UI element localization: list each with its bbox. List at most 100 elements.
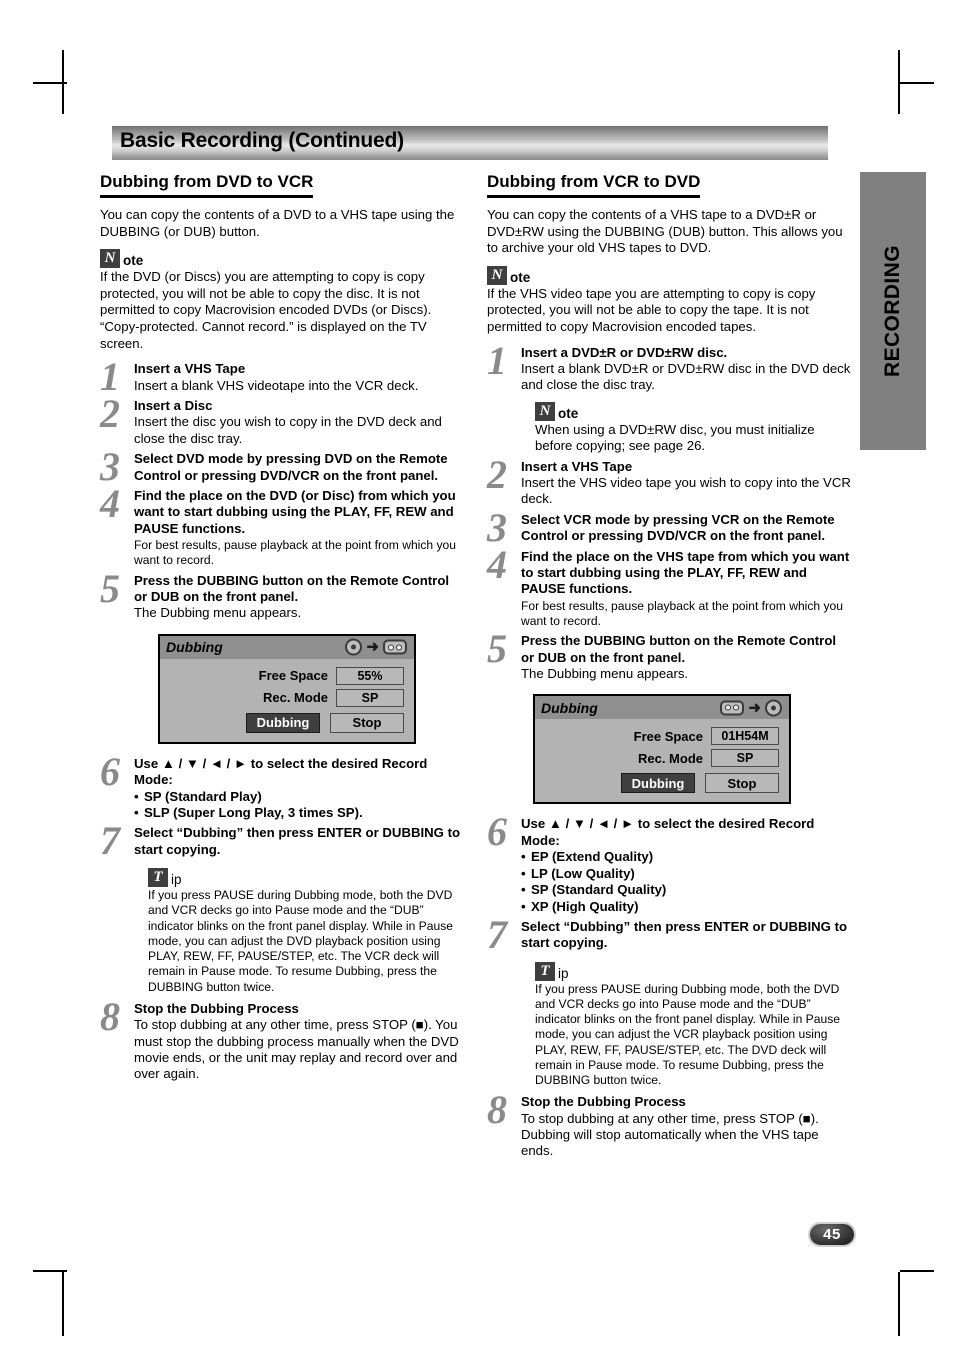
right-step-1-number: 1: [487, 337, 507, 383]
left-step-8-heading: Stop the Dubbing Process: [134, 1000, 299, 1016]
right-step-8-text: To stop dubbing at any other time, press…: [521, 1110, 819, 1159]
right-osd-button-row: Dubbing Stop: [545, 773, 779, 794]
tip-label: ip: [171, 872, 182, 888]
right-tip-text: If you press PAUSE during Dubbing mode, …: [535, 981, 840, 1087]
tip-glyph-icon: T: [148, 868, 168, 888]
right-step-6-option: EP (Extend Quality): [521, 849, 852, 866]
crop-mark-bottom-left-h: [33, 1270, 67, 1272]
left-step-6: 6 Use ▲ / ▼ / ◄ / ► to select the desire…: [100, 751, 465, 822]
right-column: Dubbing from VCR to DVD You can copy the…: [487, 172, 852, 1160]
left-osd-stop-button[interactable]: Stop: [330, 712, 404, 733]
left-step-2-number: 2: [100, 390, 120, 436]
right-step-6-number: 6: [487, 809, 507, 855]
right-tip-block: T ip If you press PAUSE during Dubbing m…: [521, 961, 852, 1088]
right-step-6-option: XP (High Quality): [521, 899, 852, 916]
crop-mark-bottom-right-v: [898, 1272, 900, 1336]
left-step-5: 5 Press the DUBBING button on the Remote…: [100, 568, 465, 622]
right-step-6: 6 Use ▲ / ▼ / ◄ / ► to select the desire…: [487, 812, 852, 915]
left-tip-badge: T ip: [148, 868, 465, 888]
left-osd-free-space-label: Free Space: [258, 668, 328, 684]
right-step-1-text: Insert a blank DVD±R or DVD±RW disc in t…: [521, 360, 851, 393]
left-step-5-heading: Press the DUBBING button on the Remote C…: [134, 572, 450, 605]
right-osd-icon-group: ➜: [720, 699, 782, 717]
disc-icon: [765, 699, 782, 717]
left-osd-title: Dubbing: [166, 639, 223, 656]
crop-mark-top-left-h: [33, 82, 67, 84]
left-osd-titlebar: Dubbing ➜: [160, 635, 414, 659]
right-osd-stop-button[interactable]: Stop: [705, 773, 779, 794]
right-step-6-options: EP (Extend Quality) LP (Low Quality) SP …: [521, 849, 852, 915]
right-osd-free-space-row: Free Space 01H54M: [545, 727, 779, 746]
right-step-7-number: 7: [487, 911, 507, 957]
left-step-1-text: Insert a blank VHS videotape into the VC…: [134, 377, 419, 393]
right-step-2: 2 Insert a VHS Tape Insert the VHS video…: [487, 454, 852, 508]
left-osd-free-space-row: Free Space 55%: [170, 666, 404, 685]
tip-glyph-icon: T: [535, 961, 555, 981]
right-step-3-heading: Select VCR mode by pressing VCR on the R…: [521, 511, 835, 544]
left-note-text: If the DVD (or Discs) you are attempting…: [100, 269, 432, 351]
left-osd-icon-group: ➜: [345, 638, 407, 656]
page-title: Basic Recording (Continued): [120, 129, 404, 152]
left-step-6-option: SP (Standard Play): [134, 789, 465, 806]
left-step-7-heading: Select “Dubbing” then press ENTER or DUB…: [134, 825, 461, 857]
left-osd-button-row: Dubbing Stop: [170, 712, 404, 733]
left-osd-dubbing-button[interactable]: Dubbing: [246, 712, 320, 733]
right-step-1-note-block: N ote When using a DVD±RW disc, you must…: [521, 401, 852, 455]
page-number-badge: 45: [808, 1222, 856, 1247]
section-tab-recording: RECORDING: [860, 172, 926, 450]
right-step-2-number: 2: [487, 451, 507, 497]
right-dubbing-osd-dialog: Dubbing ➜ Free Space 01H54M Rec. Mode SP…: [533, 694, 791, 805]
right-step-4-note: For best results, pause playback at the …: [521, 598, 843, 629]
note-glyph-icon: N: [535, 401, 555, 421]
left-step-2-heading: Insert a Disc: [134, 397, 213, 413]
left-step-4: 4 Find the place on the DVD (or Disc) fr…: [100, 484, 465, 569]
section-tab-label: RECORDING: [881, 245, 904, 377]
right-step-1-heading: Insert a DVD±R or DVD±RW disc.: [521, 344, 728, 360]
right-step-5-number: 5: [487, 626, 507, 672]
left-intro-text: You can copy the contents of a DVD to a …: [100, 207, 455, 239]
left-step-4-number: 4: [100, 481, 120, 526]
left-osd-rec-mode-row: Rec. Mode SP: [170, 688, 404, 707]
note-glyph-icon: N: [100, 249, 120, 269]
right-section-heading: Dubbing from VCR to DVD: [487, 172, 701, 198]
right-step-6-heading: Use ▲ / ▼ / ◄ / ► to select the desired …: [521, 816, 815, 848]
right-step-2-heading: Insert a VHS Tape: [521, 458, 633, 474]
right-step-1-note-text: When using a DVD±RW disc, you must initi…: [535, 421, 815, 454]
right-step-5: 5 Press the DUBBING button on the Remote…: [487, 629, 852, 682]
left-tip-block: T ip If you press PAUSE during Dubbing m…: [134, 868, 465, 994]
right-intro-text: You can copy the contents of a VHS tape …: [487, 207, 843, 256]
right-step-8-heading: Stop the Dubbing Process: [521, 1094, 686, 1110]
tip-label: ip: [558, 965, 569, 981]
left-section-heading: Dubbing from DVD to VCR: [100, 172, 314, 198]
left-osd-rec-mode-label: Rec. Mode: [262, 690, 328, 706]
right-step-7: 7 Select “Dubbing” then press ENTER or D…: [487, 914, 852, 1088]
left-osd-rec-mode-value[interactable]: SP: [336, 688, 404, 707]
left-step-5-text: The Dubbing menu appears.: [134, 605, 302, 621]
left-tip-text: If you press PAUSE during Dubbing mode, …: [148, 888, 453, 994]
left-step-5-number: 5: [100, 565, 120, 611]
left-step-6-options: SP (Standard Play) SLP (Super Long Play,…: [134, 789, 465, 822]
arrow-right-icon: ➜: [366, 638, 379, 656]
disc-icon: [345, 638, 363, 656]
left-column: Dubbing from DVD to VCR You can copy the…: [100, 172, 465, 1083]
left-step-7: 7 Select “Dubbing” then press ENTER or D…: [100, 821, 465, 994]
crop-mark-top-right-h: [900, 82, 934, 84]
right-note-text: If the VHS video tape you are attempting…: [487, 285, 816, 334]
left-step-8: 8 Stop the Dubbing Process To stop dubbi…: [100, 996, 465, 1083]
right-osd-dubbing-button[interactable]: Dubbing: [621, 773, 695, 794]
right-tip-badge: T ip: [535, 961, 852, 981]
left-step-4-heading: Find the place on the DVD (or Disc) from…: [134, 488, 456, 536]
right-step-5-text: The Dubbing menu appears.: [521, 666, 689, 682]
right-osd-title: Dubbing: [541, 699, 598, 716]
left-step-1: 1 Insert a VHS Tape Insert a blank VHS v…: [100, 357, 465, 397]
right-osd-free-space-value: 01H54M: [711, 727, 779, 746]
left-step-1-heading: Insert a VHS Tape: [134, 361, 246, 377]
right-step-8-number: 8: [487, 1087, 507, 1133]
note-glyph-icon: N: [487, 265, 507, 285]
left-step-4-note: For best results, pause playback at the …: [134, 538, 456, 568]
left-step-7-number: 7: [100, 818, 120, 864]
right-osd-rec-mode-value[interactable]: SP: [711, 749, 779, 768]
right-step-3: 3 Select VCR mode by pressing VCR on the…: [487, 507, 852, 547]
note-label: ote: [510, 269, 531, 285]
arrow-right-icon: ➜: [748, 699, 761, 717]
